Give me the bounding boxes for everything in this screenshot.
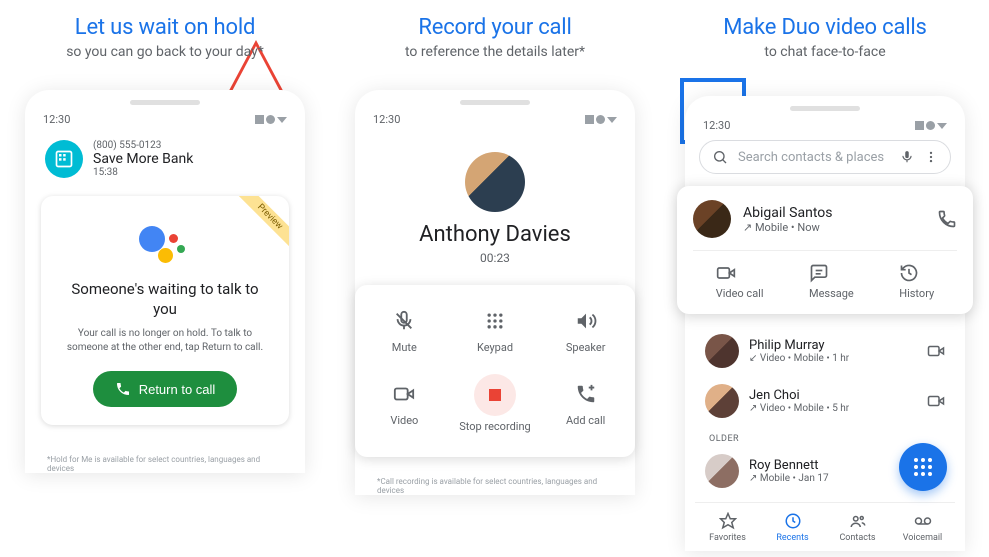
phone-mockup-1: 12:30 (800) 555-0123 Save More Bank 15:3…: [25, 90, 305, 473]
search-input[interactable]: Search contacts & places: [699, 140, 951, 174]
subheading: to chat face-to-face: [764, 44, 885, 60]
mute-icon: [392, 309, 416, 333]
heading: Let us wait on hold: [75, 15, 255, 40]
phone-mockup-3: 12:30 Search contacts & places Abigail S…: [685, 96, 965, 551]
subheading: to reference the details later*: [405, 44, 585, 60]
contact-card: Abigail Santos ↗ Mobile • Now Video call…: [677, 186, 973, 314]
status-time: 12:30: [373, 113, 400, 126]
video-call-button[interactable]: Video call: [716, 263, 764, 300]
avatar: [705, 334, 739, 368]
assistant-logo-icon: [135, 220, 195, 270]
status-bar: 12:30: [35, 111, 295, 132]
bottom-nav: Favorites Recents Contacts Voicemail: [695, 502, 955, 551]
speaker-button[interactable]: Speaker: [540, 295, 631, 368]
footnote: *Call recording is available for select …: [365, 457, 625, 495]
voicemail-icon: [914, 512, 932, 530]
video-icon: [392, 382, 416, 406]
panel-record-call: Record your call to reference the detail…: [330, 0, 660, 495]
more-icon[interactable]: [924, 150, 938, 164]
caller-avatar: [465, 152, 525, 212]
history-button[interactable]: History: [899, 263, 934, 300]
status-bar: 12:30: [695, 117, 955, 138]
contact-meta: ↗ Mobile • Now: [743, 221, 925, 234]
star-icon: [719, 512, 737, 530]
add-call-button[interactable]: Add call: [540, 368, 631, 447]
panel-hold-for-me: Let us wait on hold so you can go back t…: [0, 0, 330, 473]
nav-favorites[interactable]: Favorites: [695, 503, 760, 551]
keypad-button[interactable]: Keypad: [450, 295, 541, 368]
stop-recording-button[interactable]: Stop recording: [450, 368, 541, 447]
status-bar: 12:30: [365, 111, 625, 132]
preview-ribbon: Preview: [229, 196, 289, 257]
stop-icon: [474, 374, 516, 416]
card-title: Someone's waiting to talk to you: [65, 280, 265, 319]
return-to-call-button[interactable]: Return to call: [93, 371, 238, 407]
call-icon[interactable]: [937, 209, 957, 229]
add-call-icon: [574, 382, 598, 406]
phone-speaker: [460, 100, 530, 105]
video-icon[interactable]: [927, 392, 945, 410]
nav-recents[interactable]: Recents: [760, 503, 825, 551]
caller-hold-time: 15:38: [93, 167, 193, 178]
phone-speaker: [130, 100, 200, 105]
dialpad-fab[interactable]: [899, 443, 947, 491]
contacts-icon: [849, 512, 867, 530]
video-icon[interactable]: [927, 342, 945, 360]
mic-icon[interactable]: [900, 150, 914, 164]
status-time: 12:30: [703, 119, 730, 132]
avatar: [705, 454, 739, 488]
in-call-controls: Mute Keypad Speaker Video Stop recording…: [355, 285, 635, 457]
history-icon: [899, 263, 919, 283]
contact-name: Abigail Santos: [743, 205, 925, 221]
return-button-label: Return to call: [139, 382, 216, 397]
caller-phone-number: (800) 555-0123: [93, 140, 193, 151]
mute-button[interactable]: Mute: [359, 295, 450, 368]
heading: Record your call: [418, 15, 571, 40]
bank-icon: [45, 140, 83, 178]
footnote: *Hold for Me is available for select cou…: [35, 435, 295, 473]
recent-item[interactable]: Jen Choi ↗ Video • Mobile • 5 hr: [695, 376, 955, 426]
video-button[interactable]: Video: [359, 368, 450, 447]
nav-contacts[interactable]: Contacts: [825, 503, 890, 551]
heading: Make Duo video calls: [723, 15, 926, 40]
avatar: [705, 384, 739, 418]
status-time: 12:30: [43, 113, 70, 126]
phone-speaker: [790, 106, 860, 111]
caller-name: Anthony Davies: [365, 222, 625, 247]
caller-name: Save More Bank: [93, 151, 193, 167]
assistant-card: Preview Someone's waiting to talk to you…: [41, 196, 289, 425]
message-icon: [809, 263, 829, 283]
dialpad-icon: [914, 458, 932, 476]
panel-duo-video: Make Duo video calls to chat face-to-fac…: [660, 0, 989, 551]
search-icon: [712, 149, 728, 165]
phone-icon: [115, 381, 131, 397]
recent-item[interactable]: Philip Murray ↙ Video • Mobile • 1 hr: [695, 326, 955, 376]
subheading: so you can go back to your day*: [66, 44, 264, 60]
card-body: Your call is no longer on hold. To talk …: [59, 327, 271, 355]
video-icon: [716, 263, 736, 283]
phone-mockup-2: 12:30 Anthony Davies 00:23 Mute Keypad S…: [355, 90, 635, 495]
caller-row: (800) 555-0123 Save More Bank 15:38: [35, 132, 295, 186]
search-placeholder: Search contacts & places: [738, 150, 890, 165]
contact-avatar: [693, 200, 731, 238]
call-duration: 00:23: [365, 251, 625, 265]
keypad-icon: [483, 309, 507, 333]
speaker-icon: [574, 309, 598, 333]
clock-icon: [784, 512, 802, 530]
nav-voicemail[interactable]: Voicemail: [890, 503, 955, 551]
message-button[interactable]: Message: [809, 263, 854, 300]
